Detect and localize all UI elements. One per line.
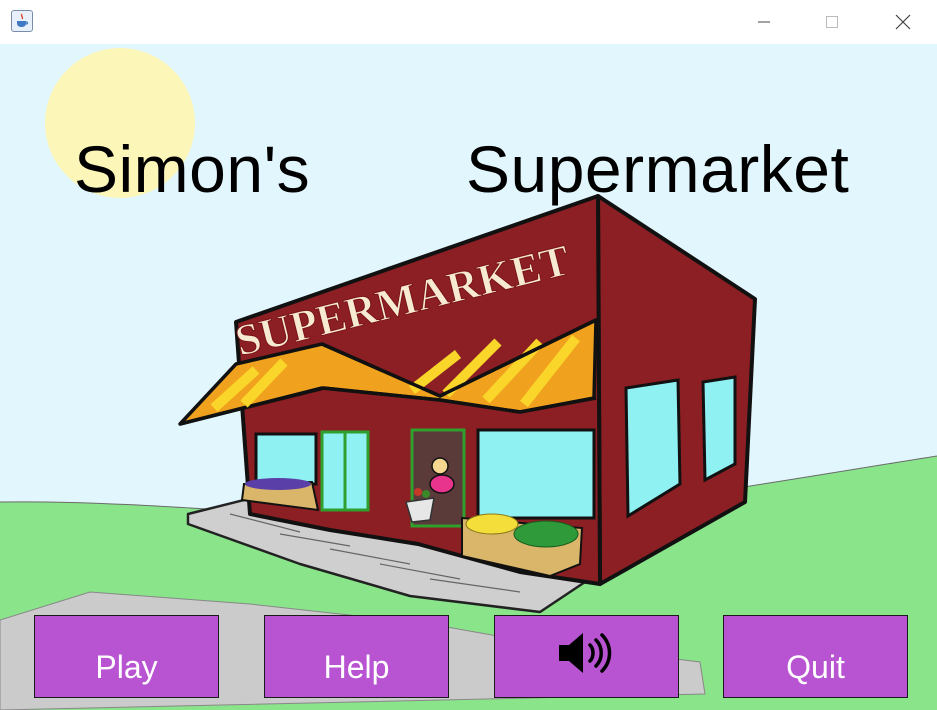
help-button[interactable]: Help xyxy=(264,615,449,698)
minimize-button[interactable] xyxy=(741,0,787,44)
title-supermarket: Supermarket xyxy=(466,132,850,206)
play-label: Play xyxy=(95,649,158,685)
front-window-left xyxy=(254,432,318,486)
game-window: SUPERMARKET Simon's Supermarket Play Hel… xyxy=(0,0,937,710)
maximize-button[interactable] xyxy=(809,0,855,44)
speaker-volume-icon xyxy=(559,633,612,673)
help-label: Help xyxy=(323,649,390,685)
quit-label: Quit xyxy=(786,649,845,685)
title-bar[interactable] xyxy=(0,0,937,44)
title-simons: Simon's xyxy=(74,132,311,206)
menu-scene: SUPERMARKET Simon's Supermarket Play Hel… xyxy=(0,44,937,710)
sound-button[interactable] xyxy=(494,615,679,698)
java-cup-icon[interactable] xyxy=(11,10,33,32)
close-button[interactable] xyxy=(880,0,926,44)
front-window-right xyxy=(476,428,596,520)
side-window-2 xyxy=(701,375,737,483)
play-button[interactable]: Play xyxy=(34,615,219,698)
close-icon xyxy=(895,14,911,30)
minimize-icon xyxy=(758,21,770,23)
maximize-icon xyxy=(826,16,838,28)
quit-button[interactable]: Quit xyxy=(723,615,908,698)
